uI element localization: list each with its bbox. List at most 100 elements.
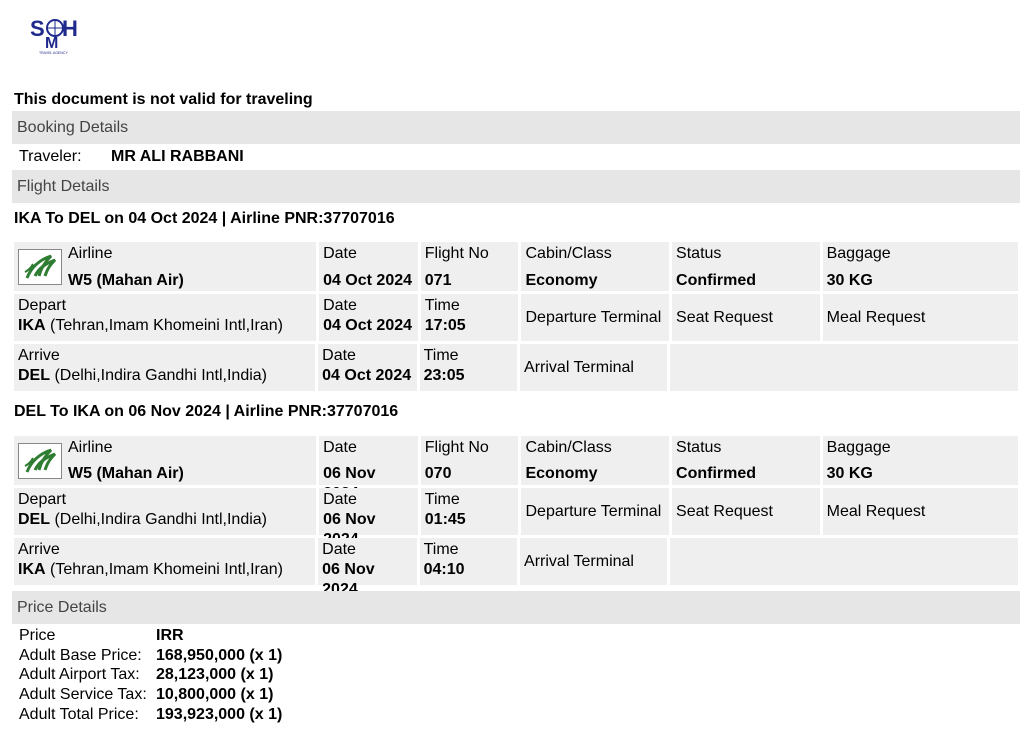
flight-no-value: 070 bbox=[424, 465, 452, 482]
status-value: Confirmed bbox=[676, 272, 757, 289]
agency-logo: S H M TRAVEL AGENCY bbox=[29, 14, 85, 56]
cabin-value: Economy bbox=[525, 272, 598, 289]
arrive-date-cell: Date 06 Nov 2024 bbox=[318, 538, 417, 598]
date-label: Date bbox=[323, 245, 357, 262]
depart-value: IKA (Tehran,Imam Khomeini Intl,Iran) bbox=[18, 316, 312, 336]
seat-request-cell: Seat Request bbox=[672, 294, 820, 341]
price-row: Adult Service Tax: 10,800,000 (x 1) bbox=[19, 685, 282, 705]
status-label: Status bbox=[676, 439, 722, 456]
date-label: Date bbox=[323, 297, 357, 314]
cabin-cell: Cabin/Class Economy bbox=[521, 242, 670, 291]
status-cell: Status Confirmed bbox=[672, 436, 820, 485]
price-label: Adult Base Price: bbox=[19, 646, 142, 664]
airline-label: Airline bbox=[68, 439, 113, 456]
mahan-air-logo-icon bbox=[18, 249, 62, 285]
price-value: 28,123,000 (x 1) bbox=[156, 666, 274, 684]
depart-time-value: 01:45 bbox=[424, 511, 466, 528]
date-label: Date bbox=[323, 491, 357, 508]
meal-request-cell: Meal Request bbox=[822, 294, 1019, 341]
depart-place: (Tehran,Imam Khomeini Intl,Iran) bbox=[45, 317, 283, 334]
svg-text:M: M bbox=[45, 35, 58, 52]
mahan-air-logo-icon bbox=[18, 443, 62, 479]
depart-time-value: 17:05 bbox=[424, 317, 466, 334]
flight-no-cell: Flight No 070 bbox=[420, 436, 519, 485]
traveler-row: Traveler: MR ALI RABBANI bbox=[19, 148, 244, 166]
booking-details-header: Booking Details bbox=[12, 111, 1020, 144]
arrive-value: IKA (Tehran,Imam Khomeini Intl,Iran) bbox=[18, 560, 311, 580]
arrive-time-cell: Time 04:10 bbox=[419, 538, 518, 585]
document-warning: This document is not valid for traveling bbox=[14, 91, 313, 108]
departure-terminal-cell: Departure Terminal bbox=[521, 488, 670, 535]
depart-place: (Delhi,Indira Gandhi Intl,India) bbox=[50, 511, 267, 528]
arrive-date-cell: Date 04 Oct 2024 bbox=[318, 344, 417, 391]
route-title-outbound: IKA To DEL on 04 Oct 2024 | Airline PNR:… bbox=[14, 210, 395, 227]
status-cell: Status Confirmed bbox=[672, 242, 820, 291]
price-label: Adult Total Price: bbox=[19, 705, 139, 723]
price-value: 193,923,000 (x 1) bbox=[156, 705, 283, 723]
arrive-label: Arrive bbox=[18, 541, 60, 558]
flight-no-label: Flight No bbox=[424, 439, 489, 456]
price-row: Price IRR bbox=[19, 626, 282, 646]
arrival-terminal-cell: Arrival Terminal bbox=[520, 538, 668, 585]
arrive-time-cell: Time 23:05 bbox=[419, 344, 518, 391]
airline-value: W5 (Mahan Air) bbox=[68, 272, 184, 289]
svg-text:S: S bbox=[30, 16, 45, 41]
depart-date-value: 04 Oct 2024 bbox=[323, 317, 413, 334]
empty-cell bbox=[670, 538, 1019, 585]
flight-no-value: 071 bbox=[424, 272, 452, 289]
svg-text:H: H bbox=[62, 16, 78, 41]
depart-date-cell: Date 04 Oct 2024 bbox=[319, 294, 418, 341]
depart-cell: Depart DEL (Delhi,Indira Gandhi Intl,Ind… bbox=[14, 488, 317, 535]
arrive-place: (Tehran,Imam Khomeini Intl,Iran) bbox=[45, 561, 283, 578]
baggage-value: 30 KG bbox=[826, 465, 873, 482]
depart-date-cell: Date 06 Nov 2024 bbox=[319, 488, 418, 548]
price-value: 10,800,000 (x 1) bbox=[156, 686, 274, 704]
flight-no-cell: Flight No 071 bbox=[420, 242, 519, 291]
depart-label: Depart bbox=[18, 491, 67, 508]
baggage-value: 30 KG bbox=[826, 272, 873, 289]
date-value: 04 Oct 2024 bbox=[323, 272, 413, 289]
cabin-label: Cabin/Class bbox=[525, 439, 612, 456]
baggage-cell: Baggage 30 KG bbox=[822, 242, 1019, 291]
arrive-date-value: 04 Oct 2024 bbox=[322, 367, 412, 384]
time-label: Time bbox=[423, 347, 459, 364]
time-label: Time bbox=[424, 297, 460, 314]
airline-label: Airline bbox=[68, 245, 113, 262]
airline-cell: Airline W5 (Mahan Air) bbox=[14, 436, 317, 485]
time-label: Time bbox=[423, 541, 459, 558]
arrive-cell: Arrive DEL (Delhi,Indira Gandhi Intl,Ind… bbox=[14, 344, 316, 391]
cabin-cell: Cabin/Class Economy bbox=[521, 436, 670, 485]
cabin-label: Cabin/Class bbox=[525, 245, 612, 262]
seat-request-cell: Seat Request bbox=[672, 488, 820, 535]
cabin-value: Economy bbox=[525, 465, 598, 482]
arrive-cell: Arrive IKA (Tehran,Imam Khomeini Intl,Ir… bbox=[14, 538, 316, 585]
price-row: Adult Base Price: 168,950,000 (x 1) bbox=[19, 646, 282, 666]
traveler-name: MR ALI RABBANI bbox=[111, 148, 244, 165]
depart-cell: Depart IKA (Tehran,Imam Khomeini Intl,Ir… bbox=[14, 294, 317, 341]
time-label: Time bbox=[424, 491, 460, 508]
depart-label: Depart bbox=[18, 297, 67, 314]
baggage-label: Baggage bbox=[826, 245, 891, 262]
flight-segment-outbound: Airline W5 (Mahan Air) Date 04 Oct 2024 … bbox=[14, 242, 1019, 394]
depart-time-cell: Time 17:05 bbox=[420, 294, 519, 341]
arrive-time-value: 23:05 bbox=[423, 367, 465, 384]
price-value: IRR bbox=[156, 627, 184, 644]
depart-value: DEL (Delhi,Indira Gandhi Intl,India) bbox=[18, 510, 312, 530]
price-row: Adult Airport Tax: 28,123,000 (x 1) bbox=[19, 665, 282, 685]
departure-terminal-cell: Departure Terminal bbox=[521, 294, 670, 341]
baggage-cell: Baggage 30 KG bbox=[822, 436, 1019, 485]
price-label: Price bbox=[19, 627, 56, 644]
date-label: Date bbox=[322, 541, 356, 558]
flight-segment-return: Airline W5 (Mahan Air) Date 06 Nov 2024 … bbox=[14, 436, 1019, 598]
price-details: Price IRR Adult Base Price: 168,950,000 (x… bbox=[19, 626, 282, 725]
price-label: Adult Service Tax: bbox=[19, 686, 147, 704]
price-value: 168,950,000 (x 1) bbox=[156, 646, 283, 664]
traveler-label: Traveler: bbox=[19, 148, 82, 165]
arrive-label: Arrive bbox=[18, 347, 60, 364]
status-label: Status bbox=[676, 245, 722, 262]
depart-time-cell: Time 01:45 bbox=[420, 488, 519, 535]
depart-code: IKA bbox=[18, 317, 46, 334]
svg-text:TRAVEL AGENCY: TRAVEL AGENCY bbox=[39, 51, 68, 55]
route-title-return: DEL To IKA on 06 Nov 2024 | Airline PNR:… bbox=[14, 403, 399, 420]
status-value: Confirmed bbox=[676, 465, 757, 482]
